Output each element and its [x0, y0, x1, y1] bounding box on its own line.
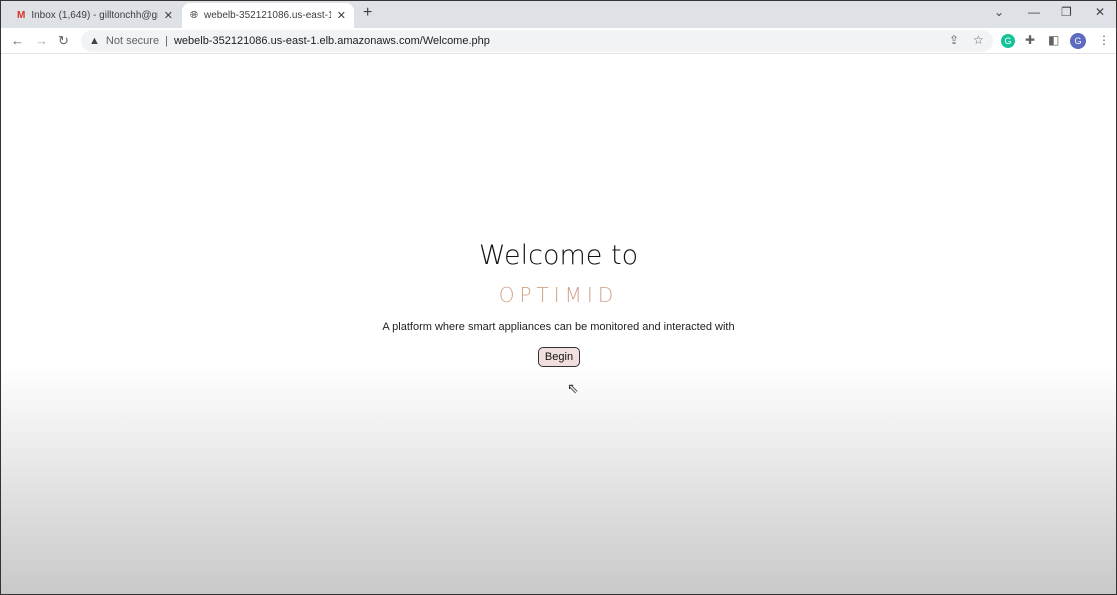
extensions-icon[interactable]: ✚ [1025, 33, 1035, 47]
tab-bar: M Inbox (1,649) - gilltonchh@gmail.com ✕… [1, 1, 1116, 28]
url-text[interactable]: webelb-352121086.us-east-1.elb.amazonaws… [174, 35, 490, 47]
security-label[interactable]: Not secure [106, 35, 159, 47]
tab-title: webelb-352121086.us-east-1.elb.amazonaws… [204, 10, 331, 21]
tab-webelb[interactable]: 🌐︎ webelb-352121086.us-east-1.elb.amazon… [182, 3, 354, 28]
reload-icon[interactable]: ↻ [58, 33, 69, 49]
new-tab-button[interactable]: + [363, 4, 372, 22]
avatar[interactable]: G [1070, 33, 1086, 49]
share-icon[interactable]: ⇪ [949, 33, 959, 47]
star-icon[interactable]: ☆ [973, 33, 984, 47]
close-window-button[interactable]: ✕ [1095, 5, 1105, 19]
tab-title: Inbox (1,649) - gilltonchh@gmail.com [31, 10, 158, 21]
browser-toolbar: ← → ↻ ▲ Not secure | webelb-352121086.us… [1, 28, 1116, 54]
minimize-button[interactable]: — [1028, 5, 1040, 19]
divider: | [165, 35, 168, 47]
address-bar[interactable]: ▲ Not secure | webelb-352121086.us-east-… [81, 30, 993, 52]
grammarly-icon[interactable]: G [1001, 34, 1015, 48]
close-icon[interactable]: ✕ [164, 9, 173, 22]
side-panel-icon[interactable]: ◧ [1048, 33, 1059, 47]
globe-icon: 🌐︎ [190, 10, 198, 21]
gmail-icon: M [17, 10, 26, 21]
welcome-heading: Welcome to [478, 240, 639, 271]
back-icon[interactable]: ← [11, 33, 24, 48]
mouse-cursor-icon: ⇖ [567, 380, 579, 396]
forward-icon[interactable]: → [35, 33, 48, 48]
begin-button[interactable]: Begin [538, 347, 580, 367]
close-icon[interactable]: ✕ [337, 9, 346, 22]
page-content: Welcome to OPTIMID A platform where smar… [1, 55, 1116, 594]
warning-icon: ▲ [89, 35, 100, 47]
tab-search-icon[interactable]: ⌄ [994, 5, 1004, 19]
tab-gmail[interactable]: M Inbox (1,649) - gilltonchh@gmail.com ✕ [9, 3, 181, 28]
tagline: A platform where smart appliances can be… [382, 321, 735, 333]
restore-button[interactable]: ❐ [1061, 5, 1072, 19]
menu-icon[interactable]: ⋮ [1098, 33, 1110, 47]
optimid-logo: OPTIMID [1, 283, 1116, 307]
